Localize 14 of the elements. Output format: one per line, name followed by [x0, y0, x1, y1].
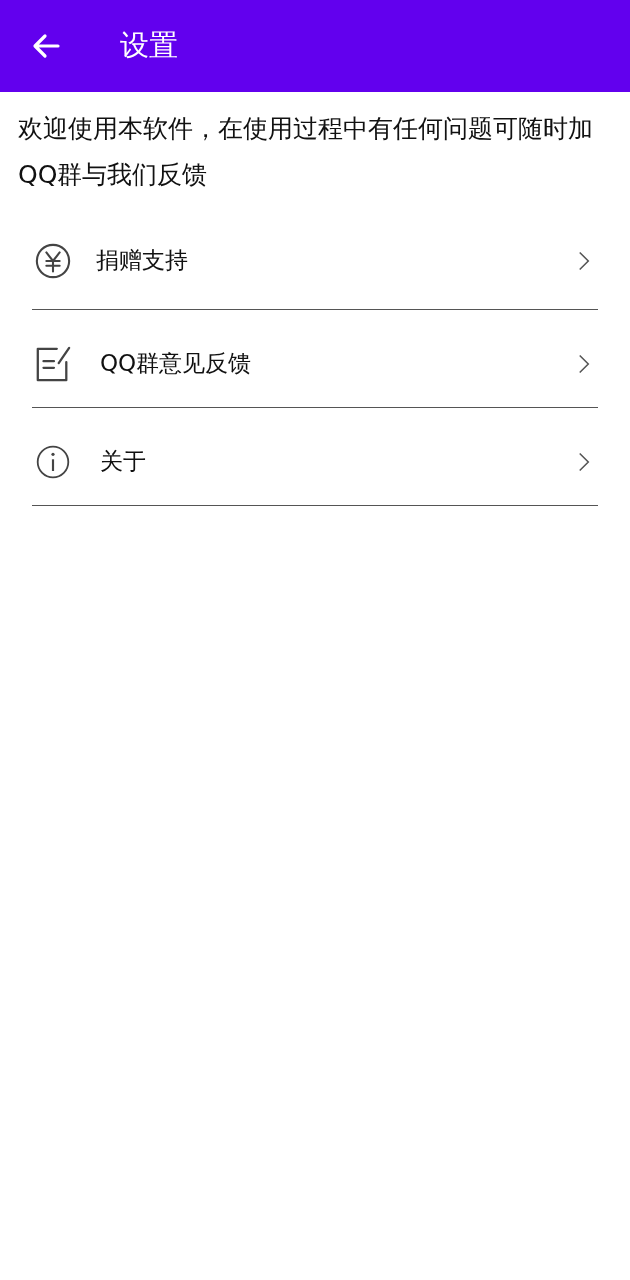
chevron-right-icon — [578, 249, 590, 272]
chevron-right-icon — [578, 450, 590, 473]
intro-paragraph: 欢迎使用本软件，在使用过程中有任何问题可随时加QQ群与我们反馈 — [18, 113, 594, 191]
row-label: QQ群意见反馈 — [100, 349, 253, 378]
settings-row[interactable]: 捐赠支持 — [32, 212, 598, 310]
chevron-right-icon — [578, 352, 590, 375]
settings-row[interactable]: 关于 — [32, 408, 598, 506]
row-label: 捐赠支持 — [96, 246, 189, 275]
yen-coin-icon — [34, 241, 72, 280]
info-icon — [35, 443, 71, 480]
row-label: 关于 — [100, 447, 147, 476]
settings-row[interactable]: QQ群意见反馈 — [32, 310, 598, 408]
screen-title: 设置 — [120, 27, 178, 64]
edit-note-icon — [34, 344, 72, 383]
